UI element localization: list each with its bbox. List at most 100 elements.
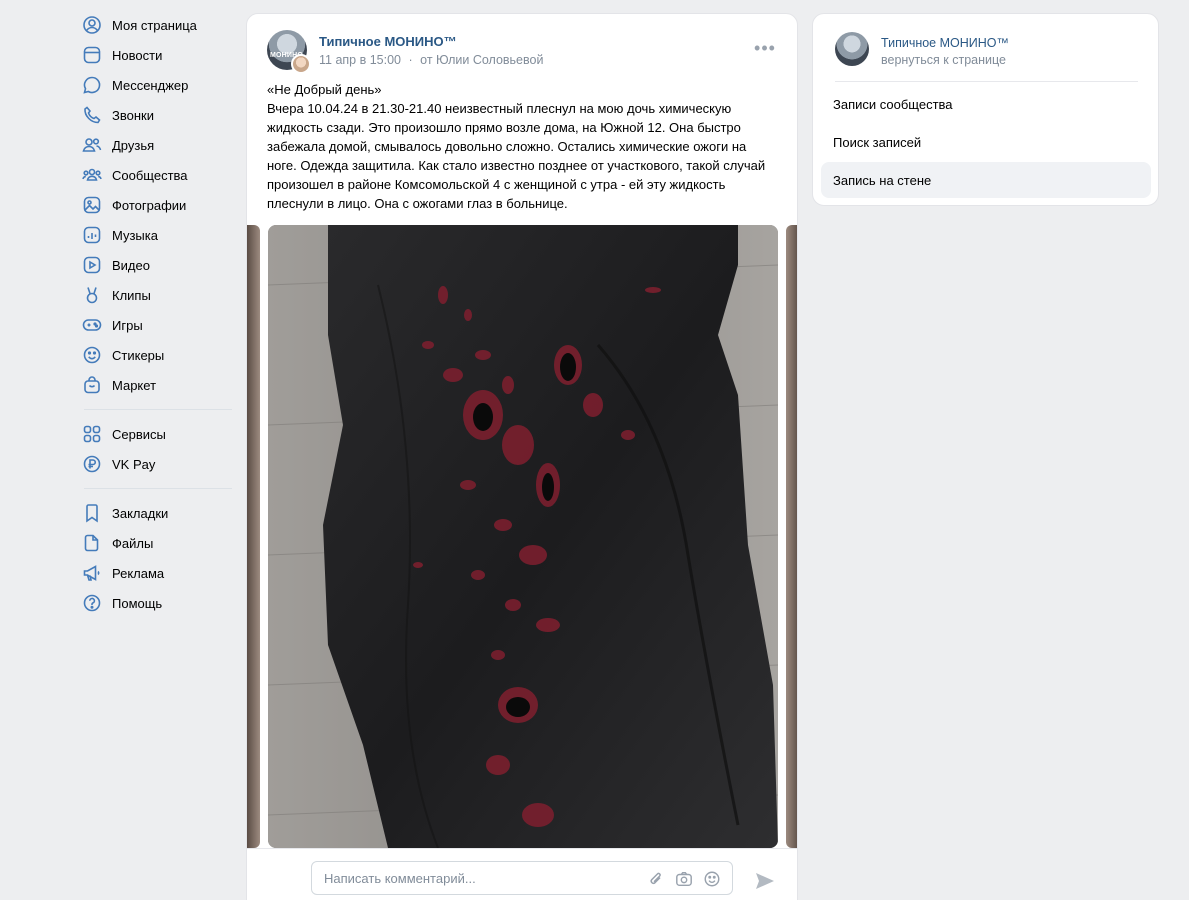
nav-item-clips[interactable]: Клипы bbox=[76, 280, 236, 310]
nav-item-label: Файлы bbox=[112, 535, 154, 551]
post-text-line: плеснули в лицо. Она с ожогами глаз в бо… bbox=[267, 196, 568, 211]
right-panel: Типичное МОНИНО™ вернуться к странице За… bbox=[812, 13, 1159, 206]
nav-item-services[interactable]: Сервисы bbox=[76, 419, 236, 449]
wall-post: МОНИНО Типичное МОНИНО™ 11 апр в 15:00 ·… bbox=[246, 13, 798, 900]
nav-item-label: Закладки bbox=[112, 505, 169, 521]
nav-item-video[interactable]: Видео bbox=[76, 250, 236, 280]
nav-item-ads[interactable]: Реклама bbox=[76, 558, 236, 588]
post-text: «Не Добрый день» Вчера 10.04.24 в 21.30-… bbox=[267, 80, 779, 213]
nav-item-label: Клипы bbox=[112, 287, 151, 303]
nav-divider bbox=[84, 409, 232, 410]
services-grid-icon bbox=[82, 424, 102, 444]
nav-item-label: Друзья bbox=[112, 137, 155, 153]
nav-item-label: Звонки bbox=[112, 107, 154, 123]
post-header: МОНИНО Типичное МОНИНО™ 11 апр в 15:00 ·… bbox=[267, 30, 777, 74]
nav-group-main: Моя страница Новости Мессенджер Звонки Д… bbox=[76, 10, 236, 400]
smile-icon bbox=[82, 345, 102, 365]
post-meta: 11 апр в 15:00 · от Юлии Соловьевой bbox=[319, 53, 543, 67]
post-text-line: произошел в районе Комсомольской 4 с жен… bbox=[267, 177, 726, 192]
nav-item-news[interactable]: Новости bbox=[76, 40, 236, 70]
nav-divider bbox=[84, 488, 232, 489]
nav-item-market[interactable]: Маркет bbox=[76, 370, 236, 400]
post-signer[interactable]: от Юлии Соловьевой bbox=[420, 53, 543, 67]
comment-input[interactable]: Написать комментарий... bbox=[311, 861, 733, 895]
clips-icon bbox=[82, 285, 102, 305]
help-icon bbox=[82, 593, 102, 613]
comment-placeholder: Написать комментарий... bbox=[324, 871, 476, 886]
community-back-link[interactable]: Типичное МОНИНО™ вернуться к странице bbox=[835, 32, 1138, 82]
bookmark-icon bbox=[82, 503, 102, 523]
video-icon bbox=[82, 255, 102, 275]
post-date[interactable]: 11 апр в 15:00 bbox=[319, 53, 401, 67]
photo-icon bbox=[82, 195, 102, 215]
comment-input-actions bbox=[646, 869, 722, 889]
user-circle-icon bbox=[82, 15, 102, 35]
nav-item-vkpay[interactable]: VK Pay bbox=[76, 449, 236, 479]
vkpay-icon bbox=[82, 454, 102, 474]
file-icon bbox=[82, 533, 102, 553]
megaphone-icon bbox=[82, 563, 102, 583]
menu-search-posts[interactable]: Поиск записей bbox=[821, 124, 1151, 160]
photo-damaged-clothing bbox=[268, 225, 778, 848]
nav-item-label: Помощь bbox=[112, 595, 163, 611]
nav-item-friends[interactable]: Друзья bbox=[76, 130, 236, 160]
meta-separator: · bbox=[408, 53, 413, 67]
nav-item-photos[interactable]: Фотографии bbox=[76, 190, 236, 220]
post-text-line: забежала домой, смывалось довольно сложн… bbox=[267, 139, 747, 154]
next-photo-peek[interactable] bbox=[786, 225, 797, 848]
market-icon bbox=[82, 375, 102, 395]
more-options-icon[interactable]: ••• bbox=[753, 38, 777, 58]
nav-item-files[interactable]: Файлы bbox=[76, 528, 236, 558]
nav-item-label: Сообщества bbox=[112, 167, 188, 183]
post-text-line: Вчера 10.04.24 в 21.30-21.40 неизвестный… bbox=[267, 101, 732, 116]
nav-item-bookmarks[interactable]: Закладки bbox=[76, 498, 236, 528]
nav-item-games[interactable]: Игры bbox=[76, 310, 236, 340]
nav-item-communities[interactable]: Сообщества bbox=[76, 160, 236, 190]
nav-item-label: Реклама bbox=[112, 565, 165, 581]
nav-item-label: Маркет bbox=[112, 377, 157, 393]
emoji-icon[interactable] bbox=[702, 869, 722, 889]
camera-icon[interactable] bbox=[674, 869, 694, 889]
nav-item-label: Моя страница bbox=[112, 17, 197, 33]
nav-item-label: Музыка bbox=[112, 227, 158, 243]
nav-item-calls[interactable]: Звонки bbox=[76, 100, 236, 130]
nav-item-label: Сервисы bbox=[112, 426, 166, 442]
left-navigation: Моя страница Новости Мессенджер Звонки Д… bbox=[76, 10, 236, 618]
nav-item-label: Видео bbox=[112, 257, 150, 273]
nav-item-label: Новости bbox=[112, 47, 163, 63]
post-photo[interactable] bbox=[268, 225, 778, 848]
nav-group-services: Сервисы VK Pay bbox=[76, 419, 236, 479]
post-media-carousel bbox=[247, 225, 797, 848]
news-icon bbox=[82, 45, 102, 65]
community-avatar-small bbox=[835, 32, 869, 66]
music-icon bbox=[82, 225, 102, 245]
nav-item-label: Игры bbox=[112, 317, 143, 333]
nav-item-label: VK Pay bbox=[112, 456, 156, 472]
message-icon bbox=[82, 75, 102, 95]
previous-photo-peek[interactable] bbox=[247, 225, 260, 848]
nav-item-messenger[interactable]: Мессенджер bbox=[76, 70, 236, 100]
author-avatar[interactable] bbox=[291, 54, 311, 74]
phone-icon bbox=[82, 105, 102, 125]
send-icon[interactable] bbox=[753, 869, 777, 893]
nav-item-label: Фотографии bbox=[112, 197, 187, 213]
nav-group-other: Закладки Файлы Реклама Помощь bbox=[76, 498, 236, 618]
nav-item-help[interactable]: Помощь bbox=[76, 588, 236, 618]
gamepad-icon bbox=[82, 315, 102, 335]
community-name: Типичное МОНИНО™ bbox=[881, 36, 1010, 50]
post-author-link[interactable]: Типичное МОНИНО™ bbox=[319, 34, 457, 49]
post-text-line: «Не Добрый день» bbox=[267, 82, 382, 97]
communities-icon bbox=[82, 165, 102, 185]
menu-wall-post[interactable]: Запись на стене bbox=[821, 162, 1151, 198]
post-text-line: жидкость сзади. Это произошло прямо возл… bbox=[267, 120, 741, 135]
menu-community-posts[interactable]: Записи сообщества bbox=[821, 86, 1151, 122]
comment-composer: Написать комментарий... bbox=[247, 848, 797, 900]
nav-item-my-page[interactable]: Моя страница bbox=[76, 10, 236, 40]
nav-item-stickers[interactable]: Стикеры bbox=[76, 340, 236, 370]
friends-icon bbox=[82, 135, 102, 155]
post-text-line: ноге. Одежда защитила. Как стало известн… bbox=[267, 158, 766, 173]
nav-item-label: Стикеры bbox=[112, 347, 165, 363]
attach-icon[interactable] bbox=[646, 869, 666, 889]
back-to-page-link[interactable]: вернуться к странице bbox=[881, 53, 1006, 67]
nav-item-music[interactable]: Музыка bbox=[76, 220, 236, 250]
